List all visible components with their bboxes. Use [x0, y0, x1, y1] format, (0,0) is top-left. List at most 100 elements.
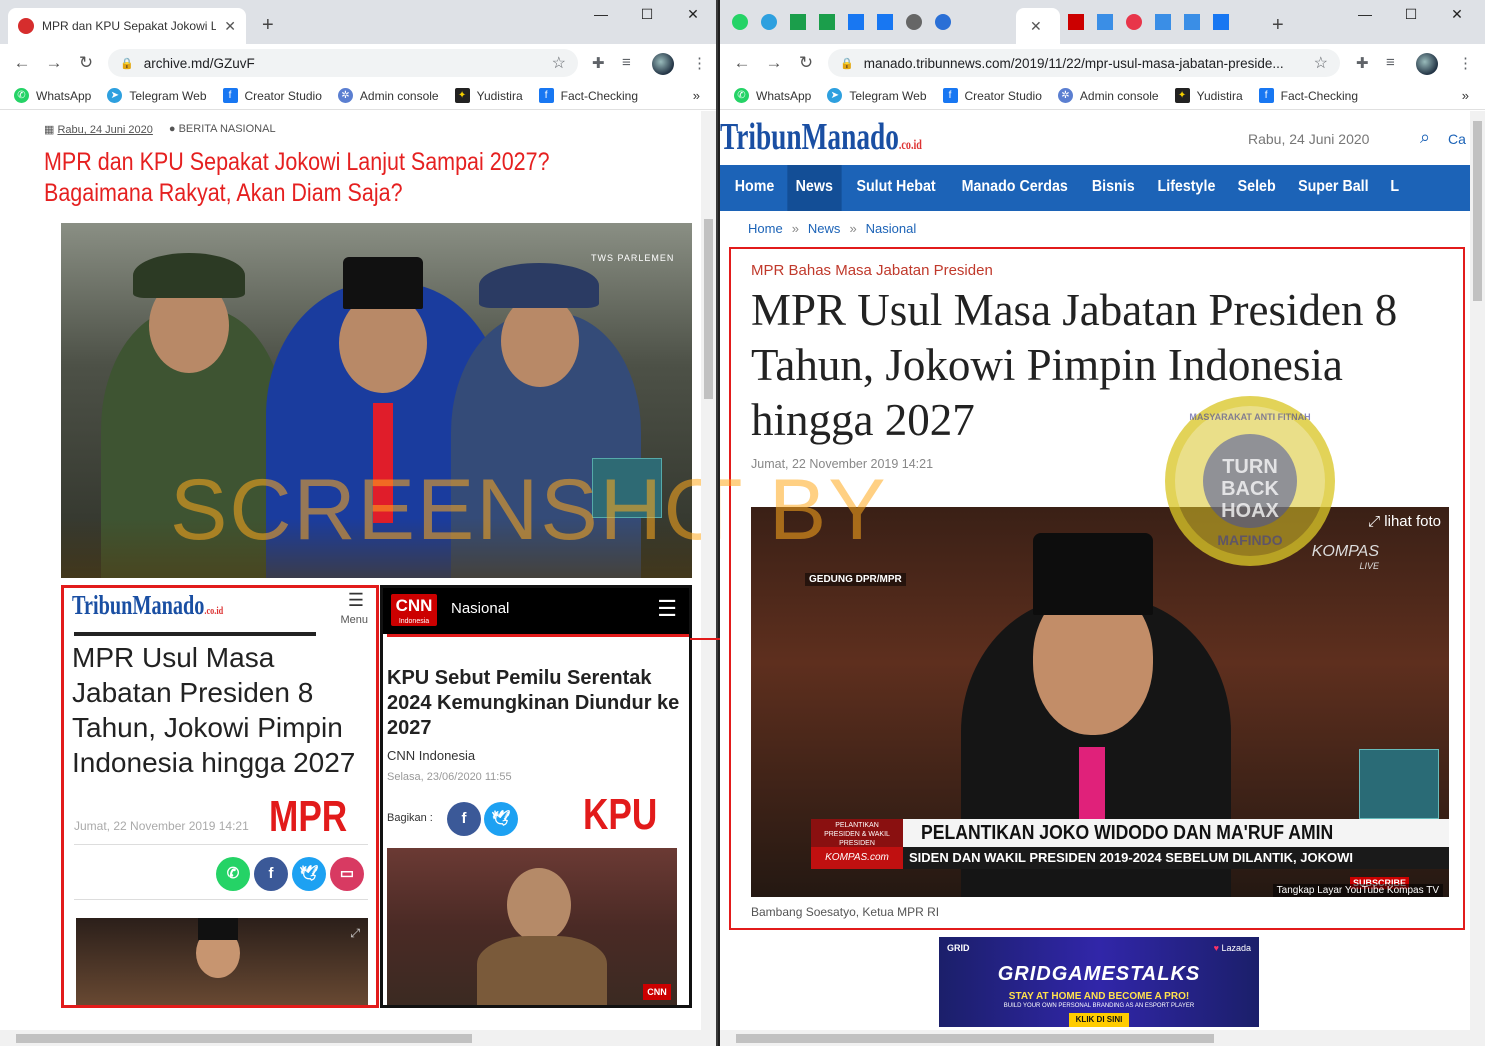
bookmark-admin-console[interactable]: ✲ Admin console: [1057, 88, 1159, 103]
globe-tab-icon[interactable]: [906, 14, 922, 30]
maximize-icon[interactable]: ☐: [624, 6, 670, 23]
whatsapp-share-icon[interactable]: ✆: [216, 857, 250, 891]
forward-icon[interactable]: →: [38, 53, 70, 73]
bookmark-whatsapp[interactable]: ✆ WhatsApp: [14, 88, 91, 103]
facebook-tab-icon[interactable]: [1213, 14, 1229, 30]
bookmark-star-icon[interactable]: ☆: [552, 53, 566, 73]
lihat-foto-link[interactable]: ⤢ lihat foto: [1368, 513, 1441, 530]
article-kicker[interactable]: MPR Bahas Masa Jabatan Presiden: [751, 262, 993, 279]
article-photo[interactable]: GEDUNG DPR/MPR ⤢ lihat foto KOMPAS LIVE P…: [751, 507, 1449, 897]
back-icon[interactable]: ←: [726, 53, 758, 73]
menu-dots-icon[interactable]: ⋮: [1458, 54, 1473, 72]
bookmark-creator-studio[interactable]: f Creator Studio: [942, 88, 1042, 103]
nav-sulut-hebat[interactable]: Sulut Hebat: [848, 165, 944, 211]
bookmark-yudistira[interactable]: ✦ Yudistira: [454, 88, 523, 103]
mpr-thumbnail[interactable]: ⤢: [76, 918, 368, 1005]
search-icon[interactable]: ⌕: [1420, 127, 1430, 148]
reload-icon[interactable]: ↻: [70, 53, 102, 73]
kompas-tab-icon[interactable]: [1184, 14, 1200, 30]
twitter-share-icon[interactable]: 🕊: [292, 857, 326, 891]
new-tab-icon[interactable]: +: [1272, 14, 1284, 37]
breadcrumb-news[interactable]: News: [808, 221, 841, 236]
tab-archive[interactable]: MPR dan KPU Sepakat Jokowi La ✕: [8, 8, 246, 44]
vertical-scrollbar[interactable]: [1470, 111, 1485, 1030]
reading-list-icon[interactable]: ≡: [622, 54, 631, 71]
sheets-tab-icon[interactable]: [819, 14, 835, 30]
facebook-tab-icon[interactable]: [877, 14, 893, 30]
address-bar[interactable]: 🔒 archive.md/GZuvF ☆: [108, 49, 578, 77]
facebook-tab-icon[interactable]: [848, 14, 864, 30]
address-bar[interactable]: 🔒 manado.tribunnews.com/2019/11/22/mpr-u…: [828, 49, 1340, 77]
hamburger-icon[interactable]: ☰: [348, 590, 364, 611]
advertisement-banner[interactable]: GRID ♥ Lazada GRIDGAMESTALKS STAY AT HOM…: [939, 937, 1259, 1027]
kompas-tab-icon[interactable]: [1097, 14, 1113, 30]
cnn-tab-icon[interactable]: [1068, 14, 1084, 30]
scroll-thumb[interactable]: [736, 1034, 1214, 1043]
bookmark-admin-console[interactable]: ✲ Admin console: [337, 88, 439, 103]
scroll-thumb[interactable]: [1473, 121, 1482, 301]
whatsapp-tab-icon[interactable]: [732, 14, 748, 30]
bookmark-creator-studio[interactable]: f Creator Studio: [222, 88, 322, 103]
maximize-icon[interactable]: ☐: [1388, 6, 1434, 23]
bookmark-fact-checking[interactable]: f Fact-Checking: [1258, 88, 1358, 103]
nav-manado-cerdas[interactable]: Manado Cerdas: [953, 165, 1076, 211]
close-tab-icon[interactable]: ✕: [224, 18, 236, 35]
bookmark-fact-checking[interactable]: f Fact-Checking: [538, 88, 638, 103]
nav-home[interactable]: Home: [726, 165, 782, 211]
kompas-tab-icon[interactable]: [1155, 14, 1171, 30]
active-tab[interactable]: ✕: [1016, 8, 1060, 44]
more-bookmarks-icon[interactable]: »: [693, 88, 700, 103]
lower-main-text: PELANTIKAN JOKO WIDODO DAN MA'RUF AMIN: [921, 822, 1334, 844]
horizontal-scrollbar[interactable]: [0, 1030, 716, 1046]
profile-avatar[interactable]: [652, 53, 674, 75]
forward-icon[interactable]: →: [758, 53, 790, 73]
nav-seleb[interactable]: Seleb: [1229, 165, 1284, 211]
scroll-thumb[interactable]: [704, 219, 713, 399]
profile-avatar[interactable]: [1416, 53, 1438, 75]
tribun-logo[interactable]: TribunManado.co.id: [720, 115, 922, 159]
chrome-tab-icon[interactable]: [935, 14, 951, 30]
nav-news[interactable]: News: [787, 165, 842, 211]
telegram-tab-icon[interactable]: [761, 14, 777, 30]
extensions-icon[interactable]: ✚: [592, 54, 605, 72]
new-tab-icon[interactable]: +: [262, 14, 274, 37]
category-meta[interactable]: ● BERITA NASIONAL: [169, 123, 276, 136]
close-tab-icon[interactable]: ✕: [1030, 18, 1042, 35]
facebook-share-icon[interactable]: f: [254, 857, 288, 891]
close-window-icon[interactable]: ✕: [670, 6, 716, 23]
minimize-icon[interactable]: —: [578, 6, 624, 23]
breadcrumb-home[interactable]: Home: [748, 221, 783, 236]
facebook-share-icon[interactable]: f: [447, 802, 481, 836]
vertical-scrollbar[interactable]: [701, 111, 716, 1030]
scroll-thumb[interactable]: [16, 1034, 472, 1043]
ad-cta[interactable]: KLIK DI SINI: [1069, 1013, 1129, 1027]
close-window-icon[interactable]: ✕: [1434, 6, 1480, 23]
more-bookmarks-icon[interactable]: »: [1462, 88, 1469, 103]
twitter-share-icon[interactable]: 🕊: [484, 802, 518, 836]
nav-bisnis[interactable]: Bisnis: [1084, 165, 1143, 211]
bookmark-yudistira[interactable]: ✦ Yudistira: [1174, 88, 1243, 103]
comment-share-icon[interactable]: ▭: [330, 857, 364, 891]
bookmark-telegram[interactable]: ➤ Telegram Web: [107, 88, 207, 103]
detik-tab-icon[interactable]: [1126, 14, 1142, 30]
expand-icon[interactable]: ⤢: [350, 926, 360, 941]
bookmark-whatsapp[interactable]: ✆ WhatsApp: [734, 88, 811, 103]
kpu-photo[interactable]: CNN: [387, 848, 677, 1005]
nav-super-ball[interactable]: Super Ball: [1290, 165, 1377, 211]
reading-list-icon[interactable]: ≡: [1386, 54, 1395, 71]
nav-more[interactable]: L: [1382, 165, 1407, 211]
hamburger-icon[interactable]: ☰: [657, 596, 677, 622]
reload-icon[interactable]: ↻: [790, 53, 822, 73]
minimize-icon[interactable]: —: [1342, 6, 1388, 23]
bookmark-telegram[interactable]: ➤ Telegram Web: [827, 88, 927, 103]
article-title[interactable]: MPR dan KPU Sepakat Jokowi Lanjut Sampai…: [44, 147, 663, 209]
back-icon[interactable]: ←: [6, 53, 38, 73]
sheets-tab-icon[interactable]: [790, 14, 806, 30]
menu-dots-icon[interactable]: ⋮: [692, 54, 707, 72]
nav-lifestyle[interactable]: Lifestyle: [1149, 165, 1223, 211]
breadcrumb-nasional[interactable]: Nasional: [866, 221, 917, 236]
extensions-icon[interactable]: ✚: [1356, 54, 1369, 72]
horizontal-scrollbar[interactable]: [720, 1030, 1485, 1046]
search-label[interactable]: Ca: [1448, 131, 1466, 147]
bookmark-star-icon[interactable]: ☆: [1314, 53, 1328, 73]
